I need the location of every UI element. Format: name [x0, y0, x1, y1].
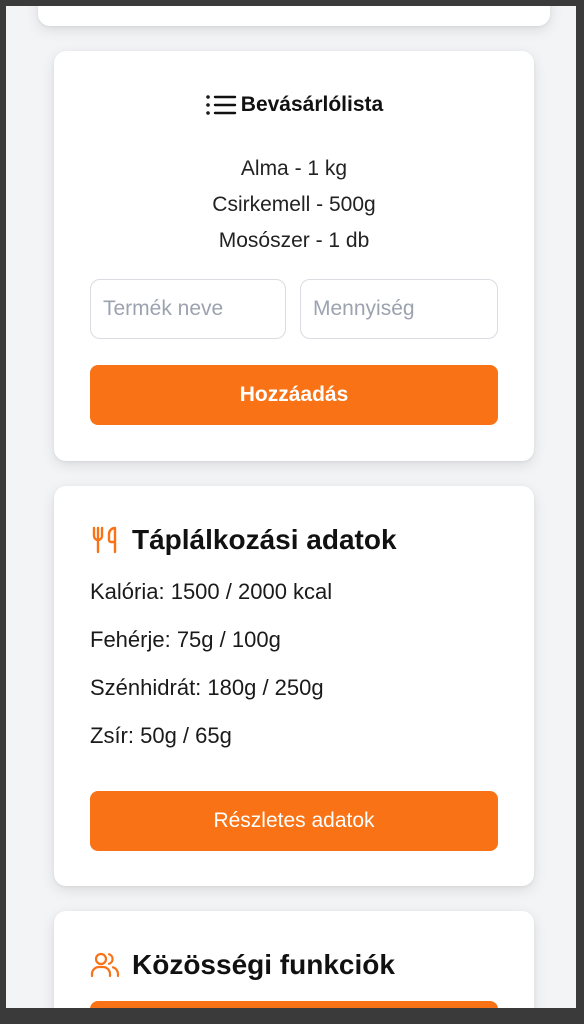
- list-icon: [205, 93, 237, 117]
- shopping-items: Alma - 1 kg Csirkemell - 500g Mosószer -…: [54, 151, 534, 259]
- community-action-button[interactable]: [90, 1001, 498, 1008]
- add-item-button[interactable]: Hozzáadás: [90, 365, 498, 425]
- nutrition-card: Táplálkozási adatok Kalória: 1500 / 2000…: [54, 486, 534, 886]
- app-viewport: Bevásárlólista Alma - 1 kg Csirkemell - …: [6, 6, 576, 1008]
- list-item: Alma - 1 kg: [240, 157, 348, 180]
- community-title: Közösségi funkciók: [132, 949, 395, 980]
- utensils-icon: [90, 525, 120, 555]
- nutrition-row-fat: Zsír: 50g / 65g: [90, 723, 232, 748]
- shopping-list-title: Bevásárlólista: [240, 93, 384, 116]
- quantity-input[interactable]: [300, 279, 498, 339]
- shopping-list-card: Bevásárlólista Alma - 1 kg Csirkemell - …: [54, 51, 534, 461]
- community-card: Közösségi funkciók: [54, 911, 534, 1008]
- list-item: Mosószer - 1 db: [218, 229, 370, 252]
- list-item: Csirkemell - 500g: [212, 193, 376, 216]
- product-name-input[interactable]: [90, 279, 286, 339]
- nutrition-row-calories: Kalória: 1500 / 2000 kcal: [90, 579, 333, 604]
- previous-card: [38, 6, 550, 26]
- nutrition-header: Táplálkozási adatok: [90, 524, 397, 556]
- nutrition-title: Táplálkozási adatok: [132, 524, 397, 555]
- nutrition-row-protein: Fehérje: 75g / 100g: [90, 627, 281, 652]
- shopping-list-header: Bevásárlólista: [54, 93, 534, 117]
- users-icon: [90, 950, 120, 980]
- details-button[interactable]: Részletes adatok: [90, 791, 498, 851]
- community-header: Közösségi funkciók: [90, 949, 395, 981]
- nutrition-values: Kalória: 1500 / 2000 kcal Fehérje: 75g /…: [90, 578, 332, 770]
- nutrition-row-carbs: Szénhidrát: 180g / 250g: [90, 675, 324, 700]
